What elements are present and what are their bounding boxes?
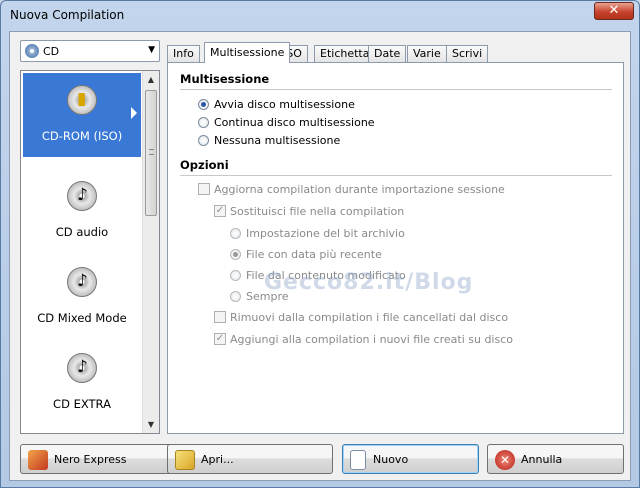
selected-arrow-icon — [131, 107, 137, 119]
cd-mixed-disc-icon: ♪ — [67, 267, 97, 297]
mode-label: CD Mixed Mode — [37, 311, 127, 325]
compilation-type-list[interactable]: ▮ CD-ROM (ISO) ♪ CD audio ♪ CD Mixed Mod… — [20, 70, 160, 434]
radio-button[interactable] — [198, 99, 209, 110]
radio-button[interactable] — [230, 291, 241, 302]
mode-label: CD EXTRA — [53, 397, 111, 411]
radio-label: File con data più recente — [246, 248, 382, 261]
tab-etichetta[interactable]: Etichetta — [314, 45, 376, 62]
nero-express-icon — [28, 450, 48, 470]
button-label: Apri... — [201, 453, 234, 466]
disc-type-value: CD — [43, 45, 60, 58]
options-heading: Opzioni — [180, 158, 229, 172]
radio-button[interactable] — [230, 249, 241, 260]
mode-list-scrollbar[interactable]: ▲ ▼ — [142, 71, 159, 433]
tab-date[interactable]: Date — [368, 45, 407, 62]
divider — [180, 175, 612, 176]
mode-item-cd-extra[interactable]: ♪ CD EXTRA — [23, 341, 141, 425]
radio-label: Continua disco multisessione — [214, 116, 375, 129]
title-bar[interactable]: Nuova Compilation ✕ — [1, 1, 639, 29]
button-label: Nuovo — [373, 453, 409, 466]
scroll-up-icon[interactable]: ▲ — [143, 71, 159, 88]
cd-audio-disc-icon: ♪ — [67, 181, 97, 211]
mode-label: CD audio — [55, 225, 109, 239]
mode-item-cd-rom-iso[interactable]: ▮ CD-ROM (ISO) — [23, 73, 141, 157]
checkbox-label: Sostituisci file nella compilation — [230, 205, 405, 218]
mode-label: CD-ROM (ISO) — [41, 129, 123, 143]
radio-label: Nessuna multisessione — [214, 134, 341, 147]
new-button[interactable]: Nuovo — [342, 444, 479, 474]
dialog-window: Nuova Compilation ✕ CD ▼ ▮ CD-ROM (ISO) … — [0, 0, 640, 488]
chevron-down-icon: ▼ — [148, 45, 155, 55]
watermark: Gecco82.it/Blog — [264, 270, 474, 295]
multisession-panel: Multisessione Avvia disco multisessione … — [167, 62, 624, 434]
cd-rom-disc-icon: ▮ — [67, 85, 97, 115]
tab-info[interactable]: Info — [167, 45, 200, 62]
radio-label: Avvia disco multisessione — [214, 98, 355, 111]
tab-scrivi[interactable]: Scrivi — [446, 45, 489, 62]
open-button[interactable]: Apri... — [167, 444, 333, 474]
checkbox[interactable]: ✓ — [214, 205, 226, 217]
dialog-body: CD ▼ ▮ CD-ROM (ISO) ♪ CD audio ♪ CD Mixe… — [9, 31, 631, 481]
scroll-down-icon[interactable]: ▼ — [143, 416, 159, 433]
button-label: Annulla — [521, 453, 563, 466]
scroll-thumb[interactable] — [145, 90, 157, 216]
radio-label: Impostazione del bit archivio — [246, 227, 405, 240]
cd-extra-disc-icon: ♪ — [67, 353, 97, 383]
checkbox[interactable] — [198, 183, 210, 195]
cancel-button[interactable]: ✕ Annulla — [487, 444, 624, 474]
mode-item-cd-audio[interactable]: ♪ CD audio — [23, 169, 141, 253]
radio-button[interactable] — [198, 135, 209, 146]
nero-express-button[interactable]: Nero Express — [20, 444, 186, 474]
cd-disc-icon — [25, 44, 39, 58]
folder-open-icon — [175, 450, 195, 470]
mode-item-cd-mixed-mode[interactable]: ♪ CD Mixed Mode — [23, 255, 141, 339]
button-label: Nero Express — [54, 453, 127, 466]
checkbox[interactable] — [214, 311, 226, 323]
new-document-icon — [350, 450, 366, 470]
multisession-heading: Multisessione — [180, 72, 270, 86]
checkbox-label: Aggiungi alla compilation i nuovi file c… — [230, 333, 513, 346]
radio-button[interactable] — [230, 228, 241, 239]
cancel-icon: ✕ — [495, 450, 515, 470]
divider — [180, 89, 612, 90]
close-button[interactable]: ✕ — [594, 2, 634, 20]
disc-type-select[interactable]: CD ▼ — [20, 40, 160, 62]
window-title: Nuova Compilation — [10, 8, 125, 22]
radio-button[interactable] — [198, 117, 209, 128]
close-icon: ✕ — [608, 3, 620, 18]
tab-varie[interactable]: Varie — [407, 45, 447, 62]
checkbox-label: Aggiorna compilation durante importazion… — [214, 183, 505, 196]
tab-multisessione[interactable]: Multisessione — [204, 42, 291, 63]
checkbox[interactable]: ✓ — [214, 333, 226, 345]
radio-button[interactable] — [230, 270, 241, 281]
checkbox-label: Rimuovi dalla compilation i file cancell… — [230, 311, 509, 324]
